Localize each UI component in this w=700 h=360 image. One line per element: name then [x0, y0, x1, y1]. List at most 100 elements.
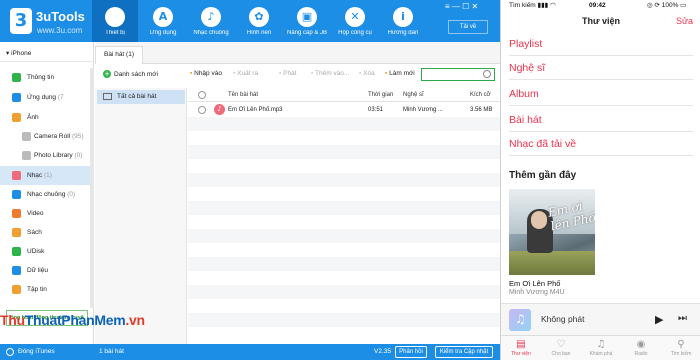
sidebar-item-count: (0) [67, 191, 76, 198]
col-artist[interactable]: Nghệ sĩ [403, 88, 424, 102]
tab-wallpaper[interactable]: ✿ Hình nền [236, 0, 282, 42]
sidebar-item[interactable]: Nhạc chuông (0) [0, 185, 94, 204]
col-name[interactable]: Tên bài hát [228, 88, 258, 102]
sidebar-item-text: Camera Roll [34, 133, 71, 140]
table-row [188, 159, 500, 173]
table-row [188, 201, 500, 215]
playlist-all-songs[interactable]: Tất cả bài hát [97, 90, 185, 104]
sidebar-item-text: Tập tin [27, 286, 47, 293]
tab-info[interactable]: i Hướng dẫn [380, 0, 426, 42]
close-itunes-link[interactable]: Đóng iTunes [18, 344, 55, 360]
tab-tools[interactable]: ✕ Hộp công cụ [332, 0, 378, 42]
sidebar-item-icon [12, 228, 21, 237]
library-item[interactable]: Bài hát [509, 108, 693, 132]
sidebar-item-text: Photo Library [34, 152, 73, 159]
appstore-icon: A [153, 7, 173, 27]
sidebar-item[interactable]: Ảnh [0, 108, 94, 127]
clock: 09:42 [589, 2, 606, 9]
sidebar-item-text: Thông tin [27, 74, 55, 81]
library-item[interactable]: Album [509, 82, 693, 106]
search-input[interactable] [421, 68, 495, 81]
phone-tab-bar: ▤ Thư viện ♡ Cho bạn ♫ Khám phá ◉ Radio ⚲ Tìm kiế… [501, 335, 700, 360]
edit-button[interactable]: Sửa [676, 12, 693, 30]
sidebar-scrollbar[interactable] [90, 68, 94, 308]
row-checkbox[interactable] [198, 106, 206, 114]
album-cover[interactable]: Em ơi lên Phố [509, 189, 595, 275]
sidebar-item[interactable]: Camera Roll (95) [0, 127, 94, 146]
album-title[interactable]: Em Ơi Lên Phố [509, 279, 560, 288]
window-controls[interactable]: ≡ — ☐ ✕ [445, 2, 499, 14]
mini-player[interactable]: ♫ Không phát ▶ ⏭ [501, 303, 700, 335]
device-name[interactable]: ▾ iPhone [0, 46, 94, 62]
music-panel: Bài hát (1) + Danh sách mới ▪ Nhập vào ▪ X… [95, 42, 500, 344]
select-all-checkbox[interactable] [198, 91, 206, 99]
table-row [188, 229, 500, 243]
logo-icon: 3 [10, 8, 32, 34]
toolbar-button[interactable]: ▪ Xuất ra [233, 70, 258, 77]
table-row [188, 173, 500, 187]
next-icon[interactable]: ⏭ [678, 313, 687, 324]
feedback-button[interactable]: Phản hồi [395, 346, 427, 358]
phone-tab[interactable]: ♡ Cho bạn [541, 336, 581, 360]
sidebar-item-icon [12, 247, 21, 256]
sidebar-item-text: Ứng dụng [27, 94, 57, 101]
new-playlist-button[interactable]: + Danh sách mới [103, 70, 158, 78]
library-item[interactable]: Nhạc đã tải về [509, 132, 693, 156]
tab-label: Ứng dụng [149, 30, 177, 36]
sidebar-item[interactable]: UDisk [0, 242, 94, 261]
apple-icon [105, 7, 125, 27]
sidebar-item[interactable]: Dữ liệu [0, 261, 94, 280]
sidebar-item-icon [12, 266, 21, 275]
sidebar-item-icon [22, 132, 31, 141]
carrier: Tìm kiếm ▮▮▮ ◠ [509, 2, 556, 9]
sidebar-item-label: Nhạc chuông (0) [27, 185, 75, 204]
tab-box[interactable]: ▣ Nâng cấp & JB [284, 0, 330, 42]
sidebar-item[interactable]: Nhạc (1) [0, 166, 94, 185]
album-artist: Minh Vương M4U [509, 289, 565, 296]
download-button[interactable]: Tải về [448, 20, 488, 34]
tab-apple[interactable]: Thiết bị [92, 0, 138, 42]
sidebar-item[interactable]: Sách [0, 223, 94, 242]
sidebar-item[interactable]: Tập tin [0, 280, 94, 299]
table-row [188, 145, 500, 159]
bell-icon: ♪ [201, 7, 221, 27]
sidebar-item[interactable]: Photo Library (0) [0, 146, 94, 165]
phone-tab[interactable]: ◉ Radio [621, 336, 661, 360]
watermark: ThuThuatPhanMem.vn [0, 312, 145, 328]
sidebar-item-label: UDisk [27, 242, 44, 261]
sidebar-item-text: Nhạc [27, 172, 43, 179]
toolbar-button[interactable]: ▪ Phát [279, 70, 297, 77]
tab-bell[interactable]: ♪ Nhạc chuông [188, 0, 234, 42]
app-title: 3uTools [36, 9, 85, 24]
tab-songs[interactable]: Bài hát (1) [95, 46, 143, 64]
toolbar-button[interactable]: ▪ Nhập vào [190, 70, 222, 77]
playlist-panel: Tất cả bài hát [95, 88, 187, 344]
check-update-button[interactable]: Kiểm tra Cập nhật [435, 346, 493, 358]
tab-strip: Bài hát (1) [95, 42, 500, 64]
col-time[interactable]: Thời gian [368, 88, 393, 102]
table-row [188, 313, 500, 327]
toolbar-button[interactable]: ▪ Làm mới [385, 70, 415, 77]
sidebar-item[interactable]: Thông tin [0, 68, 94, 87]
toolbar-button[interactable]: ▪ Xóa [359, 70, 375, 77]
toolbar-label: Nhập vào [194, 70, 222, 77]
phone-tab[interactable]: ⚲ Tìm kiếm [661, 336, 700, 360]
sidebar-item-label: Photo Library (0) [34, 146, 82, 165]
tab-appstore[interactable]: A Ứng dụng [140, 0, 186, 42]
sidebar-item-count: (95) [71, 133, 84, 140]
sidebar-item-count: (7 [57, 94, 64, 101]
play-icon[interactable]: ▶ [655, 313, 663, 326]
toolbar-button[interactable]: ▪ Thêm vào... [311, 70, 349, 77]
table-row[interactable]: ♪ Em Ơi Lên Phố.mp3 03:51 Minh Vương ... 3.5… [188, 103, 500, 117]
phone-tab[interactable]: ♫ Khám phá [581, 336, 621, 360]
music-note-icon: ♫ [515, 312, 526, 326]
sidebar-item[interactable]: Ứng dụng (7 [0, 88, 94, 107]
phone-tab[interactable]: ▤ Thư viện [501, 336, 541, 360]
col-size[interactable]: Kích cỡ [470, 88, 491, 102]
library-item[interactable]: Nghệ sĩ [509, 56, 693, 80]
sidebar-item-icon [12, 113, 21, 122]
tab-label: Nhạc chuông [193, 30, 229, 36]
library-item[interactable]: Playlist [509, 32, 693, 56]
sidebar-item[interactable]: Video [0, 204, 94, 223]
sidebar-item-label: Video [27, 204, 44, 223]
